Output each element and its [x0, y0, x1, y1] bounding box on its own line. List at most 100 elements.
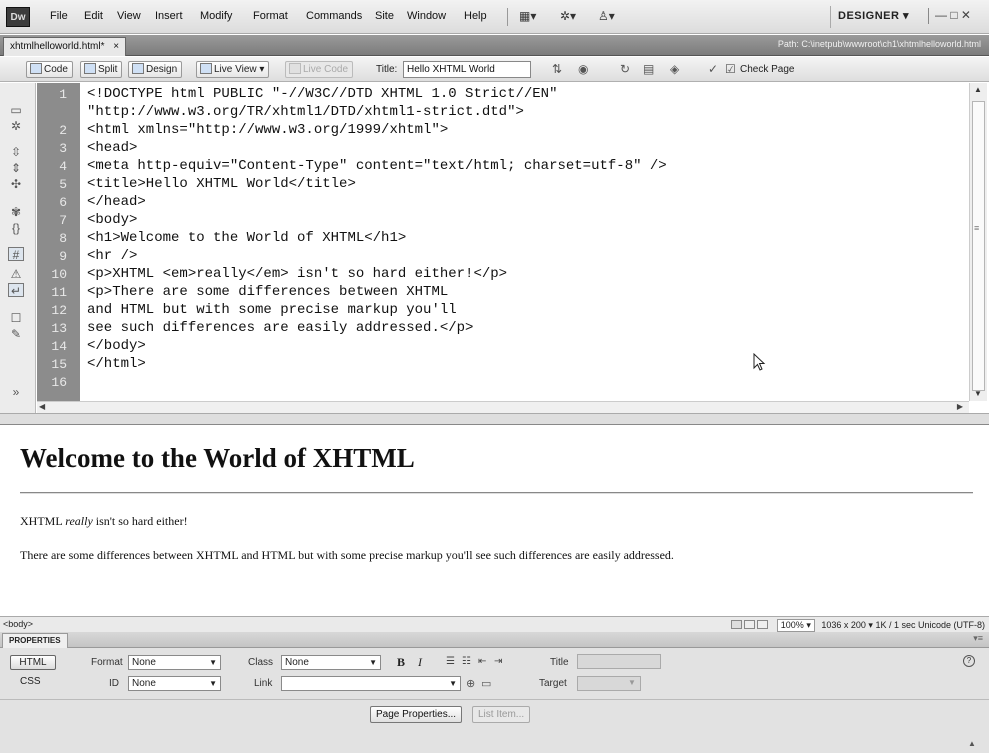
validate-icon[interactable]: ✓: [708, 62, 718, 76]
point-to-file-icon[interactable]: ⊕: [466, 677, 475, 690]
preview-browser-icon[interactable]: ◉: [578, 62, 588, 76]
line-numbers-icon[interactable]: #: [8, 247, 24, 262]
code-line: <meta http-equiv="Content-Type" content=…: [87, 158, 667, 174]
format-select[interactable]: None ▼: [128, 655, 221, 670]
unordered-list-icon[interactable]: ☰: [446, 656, 455, 667]
title-field[interactable]: [577, 654, 661, 669]
design-view[interactable]: Welcome to the World of XHTML XHTML real…: [0, 425, 989, 616]
panel-menu-icon[interactable]: ▾≡: [973, 633, 983, 644]
file-path: Path: C:\inetpub\wwwroot\ch1\xhtmlhellow…: [777, 39, 981, 49]
link-input[interactable]: ▼: [281, 676, 461, 691]
visual-aids-icon[interactable]: ◈: [670, 62, 679, 76]
status-info: 100% ▾ 1036 x 200 ▾ 1K / 1 sec Unicode (…: [731, 619, 985, 632]
class-select[interactable]: None ▼: [281, 655, 381, 670]
menu-insert[interactable]: Insert: [155, 10, 183, 22]
scroll-right-arrow-icon[interactable]: ▶: [957, 402, 963, 411]
browse-folder-icon[interactable]: ▭: [481, 677, 491, 690]
open-documents-icon[interactable]: ▭: [8, 103, 24, 117]
menu-view[interactable]: View: [117, 10, 141, 22]
html-mode-button[interactable]: HTML: [10, 655, 56, 670]
code-line: <p>XHTML <em>really</em> isn't so hard e…: [87, 266, 508, 282]
window-controls[interactable]: — □ ✕: [935, 8, 971, 22]
site-icon[interactable]: ♙▾: [598, 9, 615, 23]
split-view-button[interactable]: Split: [80, 61, 123, 78]
scroll-down-arrow-icon[interactable]: ▼: [974, 389, 982, 398]
page-properties-button[interactable]: Page Properties...: [370, 706, 463, 723]
scroll-up-arrow-icon[interactable]: ▲: [974, 85, 982, 94]
live-code-button[interactable]: Live Code: [285, 61, 354, 78]
more-icon[interactable]: »: [8, 385, 24, 399]
line-number: 5: [59, 177, 67, 192]
close-icon[interactable]: ×: [113, 41, 119, 52]
menu-window[interactable]: Window: [407, 10, 446, 22]
file-management-icon[interactable]: ⇅: [552, 62, 562, 76]
menu-help[interactable]: Help: [464, 10, 487, 22]
target-label: Target: [539, 678, 567, 689]
bold-button[interactable]: B: [397, 655, 405, 670]
properties-tab[interactable]: PROPERTIES: [2, 633, 68, 648]
help-icon[interactable]: ?: [963, 655, 975, 667]
highlight-invalid-icon[interactable]: ⚠: [8, 267, 24, 281]
menu-site[interactable]: Site: [375, 10, 394, 22]
code-editor[interactable]: <!DOCTYPE html PUBLIC "-//W3C//DTD XHTML…: [80, 83, 968, 401]
line-number: 6: [59, 195, 67, 210]
menu-format[interactable]: Format: [253, 10, 288, 22]
code-view-button[interactable]: Code: [26, 61, 73, 78]
menu-edit[interactable]: Edit: [84, 10, 103, 22]
menu-file[interactable]: File: [50, 10, 68, 22]
window-size[interactable]: 1036 x 200: [821, 620, 866, 630]
italic-button[interactable]: I: [418, 655, 422, 670]
view-options-icon[interactable]: ▤: [643, 62, 654, 76]
show-code-navigator-icon[interactable]: ✲: [8, 119, 24, 133]
hand-tool-icon[interactable]: [744, 620, 756, 629]
title-input[interactable]: [403, 61, 531, 78]
scroll-left-arrow-icon[interactable]: ◀: [39, 402, 45, 411]
status-bar: <body> 100% ▾ 1036 x 200 ▾ 1K / 1 sec Un…: [0, 616, 989, 632]
menu-commands[interactable]: Commands: [306, 10, 362, 22]
select-parent-tag-icon[interactable]: ✾: [8, 205, 24, 219]
apply-comment-icon[interactable]: ☐: [8, 311, 24, 325]
workspace-switcher[interactable]: DESIGNER ▾: [838, 9, 909, 22]
link-label: Link: [254, 678, 273, 689]
horizontal-scrollbar[interactable]: ◀ ▶: [37, 401, 969, 413]
menu-bar: Dw File Edit View Insert Modify Format C…: [0, 0, 989, 34]
coding-toolbar: ▭ ✲ ⇳ ⇕ ✣ ✾ {} # ⚠ ↵ ☐ ✎ »: [0, 83, 36, 413]
properties-divider: [0, 699, 989, 700]
ordered-list-icon[interactable]: ☷: [462, 656, 471, 667]
collapse-tag-icon[interactable]: ⇳: [8, 145, 24, 159]
dreamweaver-logo: Dw: [6, 7, 30, 27]
balance-braces-icon[interactable]: {}: [8, 221, 24, 235]
vertical-scrollbar[interactable]: ▲ ≡ ▼: [969, 83, 987, 401]
design-view-button[interactable]: Design: [128, 61, 183, 78]
design-view-label: Design: [146, 64, 178, 75]
download-size: 1K / 1 sec: [875, 620, 916, 630]
remove-comment-icon[interactable]: ✎: [8, 327, 24, 341]
layout-icon[interactable]: ▦▾: [519, 9, 536, 23]
extend-icon[interactable]: ✲▾: [560, 9, 576, 23]
live-code-icon: [289, 63, 301, 74]
collapse-selection-icon[interactable]: ⇕: [8, 161, 24, 175]
code-line: <p>There are some differences between XH…: [87, 284, 449, 300]
word-wrap-icon[interactable]: ↵: [8, 283, 24, 298]
document-tab[interactable]: xhtmlhelloworld.html* ×: [3, 37, 127, 56]
css-mode-button[interactable]: CSS: [20, 676, 41, 687]
scrollbar-thumb[interactable]: [972, 101, 985, 391]
tag-selector[interactable]: <body>: [3, 619, 33, 629]
split-view-divider[interactable]: [0, 413, 989, 425]
format-value: None: [132, 657, 156, 668]
live-view-button[interactable]: Live View ▾: [196, 61, 270, 78]
refresh-icon[interactable]: ↻: [620, 62, 630, 76]
collapse-panel-icon[interactable]: ▲: [968, 739, 976, 748]
outdent-icon[interactable]: ⇤: [478, 656, 486, 667]
menu-modify[interactable]: Modify: [200, 10, 232, 22]
list-item-button[interactable]: List Item...: [472, 706, 531, 723]
indent-icon[interactable]: ⇥: [494, 656, 502, 667]
select-tool-icon[interactable]: [731, 620, 743, 629]
chevron-down-icon: ▼: [209, 658, 217, 667]
check-page-button[interactable]: Check Page: [740, 64, 794, 75]
expand-all-icon[interactable]: ✣: [8, 177, 24, 191]
zoom-tool-icon[interactable]: [757, 620, 769, 629]
paragraph-text: XHTML: [20, 514, 66, 528]
zoom-select[interactable]: 100% ▾: [776, 619, 815, 632]
id-select[interactable]: None ▼: [128, 676, 221, 691]
